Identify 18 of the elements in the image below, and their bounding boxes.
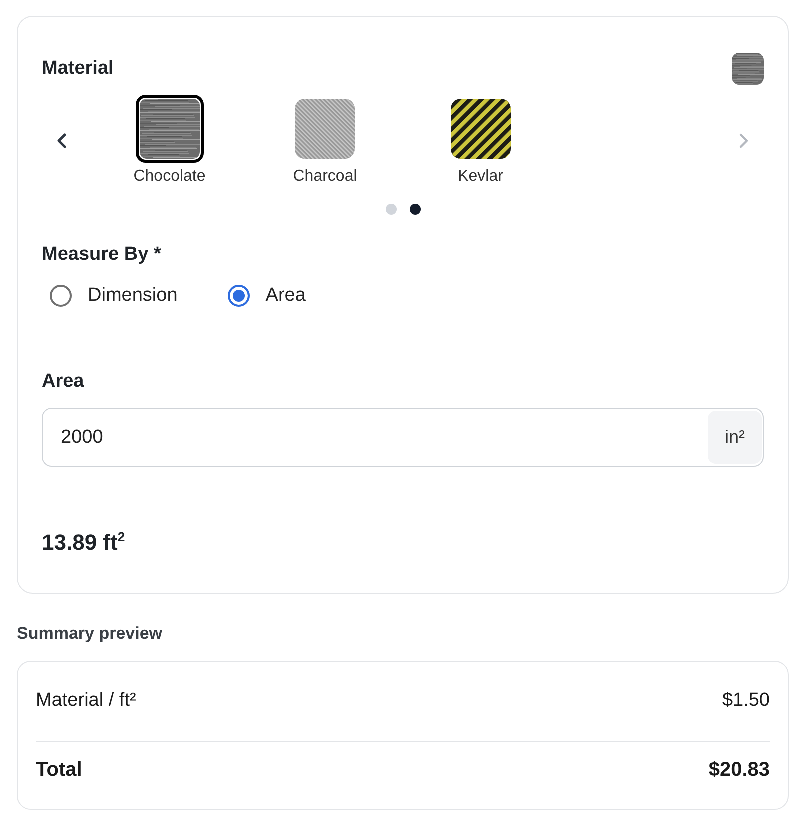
field-label: Measure By *	[42, 243, 162, 267]
summary-label: Material / ft²	[36, 689, 136, 713]
total-label: Total	[36, 758, 82, 782]
radio-option[interactable]: Dimension	[50, 281, 178, 311]
radio-option[interactable]: Area	[228, 281, 306, 311]
converted-area: 13.89 ft$^{2}$	[42, 530, 764, 556]
total-value: $20.83	[708, 758, 770, 782]
section-title: Summary preview	[17, 624, 164, 644]
material-option[interactable]: Charcoal	[291, 95, 360, 187]
swatch-icon	[732, 53, 764, 85]
page-dot-icon[interactable]	[386, 204, 396, 215]
material-option[interactable]: Chocolate	[134, 95, 206, 187]
material-option[interactable]: Kevlar	[446, 95, 515, 187]
field-label: Area	[42, 370, 86, 394]
unit-label: in²	[708, 411, 762, 464]
summary-value: $1.50	[722, 689, 770, 713]
section-title: Material	[42, 57, 114, 81]
page-dot-icon[interactable]	[410, 204, 420, 215]
